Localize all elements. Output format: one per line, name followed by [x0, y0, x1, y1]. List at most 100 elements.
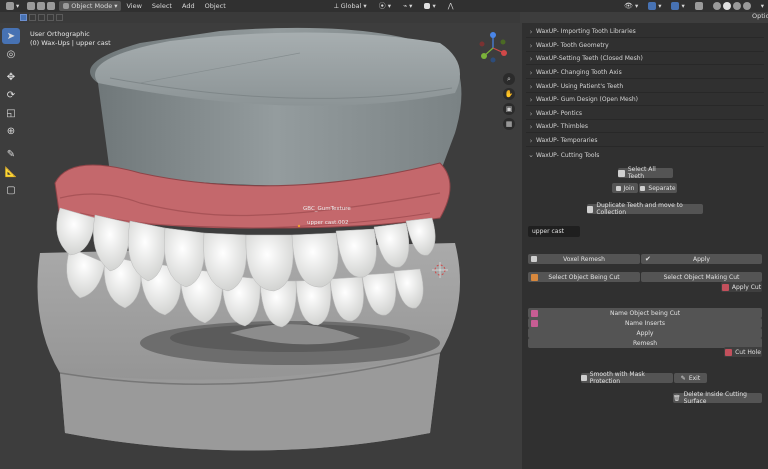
check-icon: ✔ — [645, 255, 651, 263]
section-importing-tooth-libraries[interactable]: › WaxUP- Importing Tooth Libraries — [526, 26, 764, 38]
section-gum-design[interactable]: › WaxUP- Gum Design (Open Mesh) — [526, 94, 764, 106]
grid-view-icon[interactable]: ▦ — [503, 118, 515, 130]
select-invert-mode-icon[interactable] — [47, 14, 54, 21]
tool-settings-strip — [0, 12, 520, 23]
section-setting-teeth[interactable]: › WaxUP-Setting Teeth (Closed Mesh) — [526, 53, 764, 65]
hand-pan-icon[interactable]: ✋ — [503, 88, 515, 100]
delete-inside-cutting-surface-button[interactable]: 🗑 Delete Inside Cutting Surface — [673, 391, 762, 405]
gizmo-toggle[interactable]: ▾ — [644, 1, 665, 11]
name-inserts-button[interactable]: Name Inserts — [528, 318, 762, 328]
smooth-mask-protection-button[interactable]: Smooth with Mask Protection — [581, 371, 673, 385]
editor-type-button[interactable]: ▾ — [2, 1, 23, 11]
collection-path: (0) Wax-Ups | upper cast — [30, 39, 111, 47]
rotate-tool-icon[interactable]: ⟳ — [2, 87, 20, 103]
object-label-gum: GBC_GumTexture — [303, 206, 351, 212]
navigation-gizmo[interactable] — [476, 31, 510, 65]
apply-remesh-button[interactable]: ✔ Apply — [641, 254, 762, 264]
zoom-icon[interactable]: ⌕ — [503, 73, 515, 85]
mode-dropdown[interactable]: Object Mode ▾ — [59, 1, 122, 11]
chevron-down-icon: ⌄ — [528, 151, 534, 159]
select-intersect-mode-icon[interactable] — [56, 14, 63, 21]
apply-button[interactable]: Apply — [528, 328, 762, 338]
join-button[interactable]: Join — [612, 183, 638, 193]
falloff-dropdown[interactable]: ⋀ — [444, 1, 458, 11]
select-object-being-cut-button[interactable]: Select Object Being Cut — [528, 272, 640, 282]
mode-label: Object Mode — [71, 2, 113, 10]
chevron-right-icon: › — [529, 27, 533, 36]
orientation-label: Global — [340, 2, 362, 10]
view-name: User Orthographic — [30, 30, 90, 38]
object-label-cast: upper cast.002 — [307, 220, 349, 226]
smooth-icon — [581, 375, 587, 381]
xray-toggle[interactable] — [691, 1, 707, 11]
menu-select[interactable]: Select — [147, 2, 177, 10]
options-button[interactable]: Options — [752, 12, 768, 20]
3d-viewport[interactable]: User Orthographic (0) Wax-Ups | upper ca… — [0, 23, 522, 469]
overlay-icon — [671, 2, 680, 10]
proportional-icon — [424, 3, 431, 9]
object-mode-icon — [63, 3, 70, 9]
menu-add[interactable]: Add — [177, 2, 200, 10]
select-new-icon[interactable] — [20, 14, 27, 21]
select-tool-icon[interactable]: ➤ — [2, 28, 20, 44]
object-name-field[interactable]: upper cast — [528, 226, 580, 237]
material-shading-icon[interactable] — [732, 2, 741, 10]
chevron-right-icon: › — [529, 82, 533, 91]
cursor-tool-icon[interactable]: ◎ — [2, 46, 20, 62]
hole-icon — [725, 348, 733, 356]
select-box-icon[interactable] — [27, 2, 36, 10]
select-mode-icons[interactable] — [23, 1, 59, 11]
snap-toggle[interactable]: ⌁ ▾ — [399, 1, 416, 11]
exit-button[interactable]: ✎ Exit — [674, 373, 707, 383]
select-extend-icon[interactable] — [37, 2, 46, 10]
name-object-being-cut-button[interactable]: Name Object being Cut — [528, 308, 762, 318]
pivot-dropdown[interactable]: ⦿ ▾ — [375, 1, 395, 11]
section-cutting-tools[interactable]: ⌄ WaxUP- Cutting Tools — [526, 149, 764, 161]
eye-icon: 👁 — [624, 2, 633, 10]
move-tool-icon[interactable]: ✥ — [2, 69, 20, 85]
section-pontics[interactable]: › WaxUP- Pontics — [526, 108, 764, 120]
shading-options-dropdown[interactable]: ▾ — [757, 1, 768, 11]
add-cube-tool-icon[interactable]: ▢ — [2, 182, 20, 198]
scale-tool-icon[interactable]: ◱ — [2, 105, 20, 121]
section-changing-tooth-axis[interactable]: › WaxUP- Changing Tooth Axis — [526, 67, 764, 79]
voxel-remesh-button[interactable]: Voxel Remesh — [528, 254, 640, 264]
annotate-tool-icon[interactable]: ✎ — [2, 146, 20, 162]
duplicate-teeth-button[interactable]: Duplicate Teeth and move to Collection — [587, 202, 703, 216]
section-thimbles[interactable]: › WaxUP- Thimbles — [526, 121, 764, 133]
rendered-shading-icon[interactable] — [742, 2, 751, 10]
apply-cut-button[interactable]: Apply Cut — [721, 282, 762, 292]
chevron-right-icon: › — [529, 122, 533, 131]
section-using-patients-teeth[interactable]: › WaxUP- Using Patient's Teeth — [526, 81, 764, 93]
wireframe-shading-icon[interactable] — [712, 2, 721, 10]
cut-hole-button[interactable]: Cut Hole — [724, 347, 762, 357]
shading-modes[interactable] — [709, 1, 755, 11]
sidebar-panel: › WaxUP- Importing Tooth Libraries › WaxUP… — [522, 23, 768, 469]
section-temporaries[interactable]: › WaxUP- Temporaries — [526, 135, 764, 147]
proportional-edit-toggle[interactable]: ▾ — [420, 1, 439, 11]
orientation-dropdown[interactable]: ⟂ Global ▾ — [330, 1, 371, 11]
overlay-toggle[interactable]: ▾ — [667, 1, 688, 11]
select-object-making-cut-button[interactable]: Select Object Making Cut — [641, 272, 762, 282]
select-all-teeth-button[interactable]: Select All Teeth — [618, 166, 673, 180]
camera-icon[interactable]: ▣ — [503, 103, 515, 115]
chevron-right-icon: › — [529, 109, 533, 118]
menu-object[interactable]: Object — [200, 2, 231, 10]
measure-tool-icon[interactable]: 📐 — [2, 164, 20, 180]
select-subtract-mode-icon[interactable] — [38, 14, 45, 21]
section-tooth-geometry[interactable]: › WaxUP- Tooth Geometry — [526, 40, 764, 52]
visibility-dropdown[interactable]: 👁 ▾ — [620, 1, 642, 11]
xray-icon — [694, 2, 703, 10]
chevron-right-icon: › — [529, 68, 533, 77]
separate-button[interactable]: Separate — [639, 183, 677, 193]
menu-view[interactable]: View — [121, 2, 146, 10]
transform-tool-icon[interactable]: ⊕ — [2, 123, 20, 139]
cut-icon — [721, 283, 729, 291]
select-extend-mode-icon[interactable] — [29, 14, 36, 21]
select-subtract-icon[interactable] — [47, 2, 56, 10]
join-icon — [615, 185, 621, 191]
viewport-info: User Orthographic (0) Wax-Ups | upper ca… — [30, 30, 111, 48]
chevron-right-icon: › — [529, 95, 533, 104]
chevron-right-icon: › — [529, 54, 533, 63]
solid-shading-icon[interactable] — [722, 2, 731, 10]
